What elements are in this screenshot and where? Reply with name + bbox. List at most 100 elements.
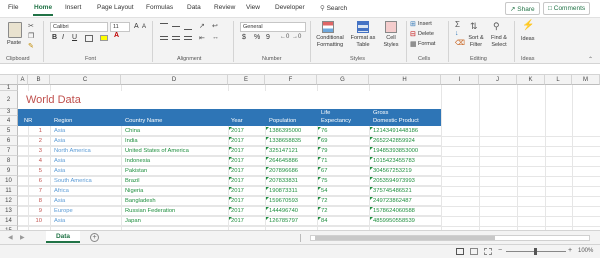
error-indicator-icon[interactable] [266, 167, 269, 170]
cell-nr[interactable]: 1 [30, 128, 42, 134]
cell-gdp[interactable]: 249723862487 [373, 198, 412, 204]
cell-life[interactable]: 75 [321, 178, 327, 184]
cell-population[interactable]: 1338658835 [269, 138, 301, 144]
error-indicator-icon[interactable] [318, 207, 321, 210]
error-indicator-icon[interactable] [229, 217, 232, 220]
autosum-icon[interactable]: Σ [455, 20, 460, 29]
increase-decimal-icon[interactable]: ←0 [280, 34, 289, 40]
grow-font-button[interactable]: A [134, 23, 139, 30]
find-icon[interactable]: ⚲ [493, 21, 500, 32]
cell-life[interactable]: 54 [321, 188, 327, 194]
comments-button[interactable]: □ Comments [543, 2, 591, 15]
paste-icon[interactable] [8, 22, 22, 38]
column-header[interactable]: F [265, 75, 317, 85]
cell-nr[interactable]: 5 [30, 168, 42, 174]
header-year[interactable]: Year [231, 118, 243, 125]
cell-country[interactable]: Bangladesh [125, 198, 156, 204]
row-header[interactable]: 7 [0, 146, 18, 156]
column-header[interactable]: D [121, 75, 228, 85]
cell-country[interactable]: Indonesia [125, 158, 150, 164]
column-header[interactable]: I [441, 75, 479, 85]
cell-year[interactable]: 2017 [231, 128, 244, 134]
cell-year[interactable]: 2017 [231, 218, 244, 224]
cell-population[interactable]: 207896686 [269, 168, 298, 174]
cell-gdp[interactable]: 375745486521 [373, 188, 412, 194]
cell-nr[interactable]: 9 [30, 208, 42, 214]
cell-nr[interactable]: 7 [30, 188, 42, 194]
horizontal-scrollbar[interactable] [310, 235, 590, 241]
error-indicator-icon[interactable] [370, 157, 373, 160]
row-header[interactable]: 8 [0, 156, 18, 166]
header-life-2[interactable]: Expectancy [321, 118, 351, 125]
cell-region[interactable]: North America [54, 148, 91, 154]
cell-population[interactable]: 325147121 [269, 148, 298, 154]
cell-region[interactable]: Asia [54, 158, 65, 164]
column-header[interactable]: L [545, 75, 572, 85]
sheet-tab-data[interactable]: Data [46, 231, 80, 243]
find-select-label[interactable]: Find & Select [488, 35, 510, 49]
cell-nr[interactable]: 10 [30, 218, 42, 224]
cell-life[interactable]: 76 [321, 128, 327, 134]
error-indicator-icon[interactable] [229, 157, 232, 160]
normal-view-icon[interactable] [456, 248, 464, 255]
cell-nr[interactable]: 3 [30, 148, 42, 154]
error-indicator-icon[interactable] [370, 127, 373, 130]
format-cells-icon[interactable]: ▦ [410, 40, 417, 48]
cell-life[interactable]: 67 [321, 168, 327, 174]
cell-life[interactable]: 84 [321, 218, 327, 224]
tab-home[interactable]: Home [34, 4, 52, 11]
cell-region[interactable]: Asia [54, 128, 65, 134]
cell-gdp[interactable]: 2053594973993 [373, 178, 415, 184]
cell-region[interactable]: Europe [54, 208, 73, 214]
column-header[interactable]: H [369, 75, 441, 85]
cell-gdp[interactable]: 2652242859924 [373, 138, 415, 144]
merge-center-icon[interactable]: ↔ [212, 34, 219, 41]
conditional-formatting-label[interactable]: Conditional Formatting [314, 35, 346, 49]
cell-nr[interactable]: 4 [30, 158, 42, 164]
row-header[interactable]: 10 [0, 176, 18, 186]
cell-country[interactable]: Pakistan [125, 168, 147, 174]
row-header[interactable]: 6 [0, 136, 18, 146]
add-sheet-button[interactable]: + [90, 233, 99, 242]
error-indicator-icon[interactable] [266, 137, 269, 140]
zoom-slider-thumb[interactable] [534, 248, 537, 255]
error-indicator-icon[interactable] [318, 217, 321, 220]
cell-gdp[interactable]: 12143491448186 [373, 128, 418, 134]
row-header[interactable]: 4 [0, 116, 18, 126]
decrease-decimal-icon[interactable]: →0 [292, 34, 301, 40]
error-indicator-icon[interactable] [229, 147, 232, 150]
row-header[interactable]: 12 [0, 196, 18, 206]
error-indicator-icon[interactable] [318, 147, 321, 150]
cell-year[interactable]: 2017 [231, 188, 244, 194]
cell-gdp[interactable]: 19485393853000 [373, 148, 418, 154]
error-indicator-icon[interactable] [266, 217, 269, 220]
cell-styles-label[interactable]: Cell Styles [381, 35, 401, 49]
zoom-level[interactable]: 100% [578, 248, 593, 254]
column-header[interactable]: E [228, 75, 265, 85]
orientation-icon[interactable]: ↗ [199, 22, 205, 30]
cell-year[interactable]: 2017 [231, 158, 244, 164]
delete-cells-icon[interactable]: ⊟ [410, 30, 416, 38]
tab-data[interactable]: Data [187, 4, 201, 11]
cell-region[interactable]: Asia [54, 218, 65, 224]
format-as-table-label[interactable]: Format as Table [348, 35, 378, 49]
underline-button[interactable]: U [72, 34, 77, 41]
cell-region[interactable]: Asia [54, 198, 65, 204]
row-header[interactable]: 9 [0, 166, 18, 176]
cell-population[interactable]: 190873311 [269, 188, 298, 194]
zoom-out-icon[interactable]: − [498, 247, 502, 254]
cell-population[interactable]: 126785797 [269, 218, 298, 224]
cell-country[interactable]: China [125, 128, 140, 134]
column-header[interactable]: J [479, 75, 517, 85]
font-name-select[interactable]: Calibri [50, 22, 108, 32]
font-color-icon[interactable]: A [114, 32, 119, 39]
indent-icon[interactable]: ⇤ [199, 34, 205, 42]
format-painter-icon[interactable]: ✎ [28, 42, 34, 50]
column-header[interactable]: K [517, 75, 545, 85]
error-indicator-icon[interactable] [318, 197, 321, 200]
cell-life[interactable]: 71 [321, 158, 327, 164]
header-life-1[interactable]: Life [321, 110, 330, 117]
error-indicator-icon[interactable] [266, 177, 269, 180]
horizontal-align-icons[interactable] [160, 35, 196, 43]
column-header[interactable]: G [317, 75, 369, 85]
